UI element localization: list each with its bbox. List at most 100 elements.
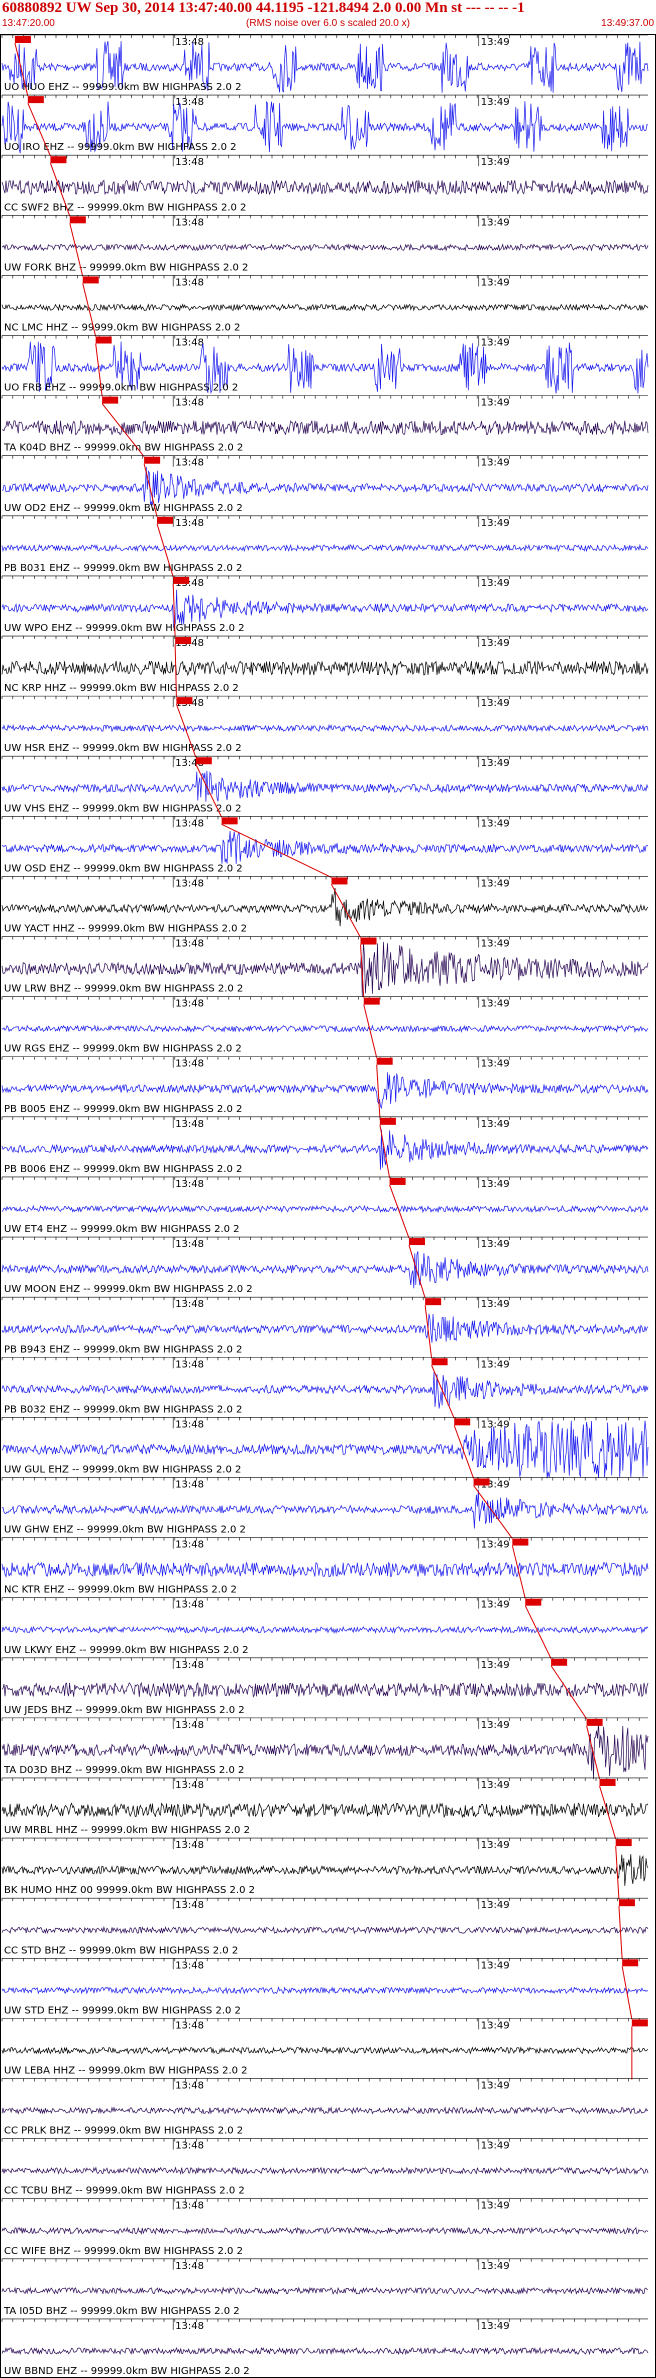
axis-ticks bbox=[1, 996, 640, 1000]
station-label: PB B943 EHZ -- 99999.0km BW HIGHPASS 2.0… bbox=[4, 1344, 242, 1355]
station-label: PB B031 EHZ -- 99999.0km BW HIGHPASS 2.0… bbox=[4, 563, 242, 574]
pick-marker bbox=[389, 1177, 406, 1185]
minute-label: 13:49 bbox=[481, 518, 510, 529]
waveform-trace bbox=[1, 1024, 649, 1033]
pick-marker bbox=[454, 1418, 471, 1426]
waveform-trace bbox=[1, 179, 649, 196]
minute-label: 13:48 bbox=[175, 1900, 204, 1911]
pick-marker bbox=[379, 1117, 396, 1125]
pick-marker bbox=[331, 877, 348, 885]
waveform-trace bbox=[1, 243, 649, 252]
station-label: PB B006 EHZ -- 99999.0km BW HIGHPASS 2.0… bbox=[4, 1164, 242, 1175]
pick-marker bbox=[360, 937, 377, 945]
waveform-trace bbox=[1, 466, 649, 506]
time-row: 13:47:20.00 (RMS noise over 6.0 s scaled… bbox=[0, 18, 656, 32]
minute-label: 13:49 bbox=[481, 578, 510, 589]
waveform-trace bbox=[1, 2226, 649, 2235]
minute-label: 13:48 bbox=[175, 1660, 204, 1671]
waveform-trace bbox=[1, 2106, 649, 2115]
pick-marker bbox=[525, 1598, 542, 1606]
moveout-line bbox=[431, 1365, 455, 1419]
axis-ticks bbox=[1, 1417, 640, 1421]
station-label: UW OSD EHZ -- 99999.0km BW HIGHPASS 2.0 … bbox=[4, 863, 243, 874]
station-label: PB B032 EHZ -- 99999.0km BW HIGHPASS 2.0… bbox=[4, 1404, 242, 1415]
minute-label: 13:49 bbox=[481, 458, 510, 469]
minute-label: 13:49 bbox=[481, 698, 510, 709]
waveform-trace bbox=[1, 2046, 649, 2055]
waveform-trace bbox=[1, 723, 649, 733]
waveform-trace bbox=[1, 1802, 649, 1819]
axis-ticks bbox=[1, 696, 640, 700]
minute-label: 13:48 bbox=[175, 2321, 204, 2332]
record-title: 60880892 UW Sep 30, 2014 13:47:40.00 44.… bbox=[2, 0, 525, 16]
waveform-trace bbox=[1, 419, 649, 436]
axis-ticks bbox=[1, 455, 640, 459]
pick-marker bbox=[82, 276, 99, 284]
waveform-trace bbox=[1, 1625, 649, 1635]
waveform-trace bbox=[1, 1489, 649, 1529]
minute-label: 13:49 bbox=[481, 2261, 510, 2272]
axis-ticks bbox=[1, 95, 640, 99]
pick-marker bbox=[14, 36, 31, 43]
minute-label: 13:48 bbox=[175, 1840, 204, 1851]
minute-label: 13:49 bbox=[481, 939, 510, 950]
axis-ticks bbox=[1, 876, 640, 880]
station-label: UW GUL EHZ -- 99999.0km BW HIGHPASS 2.0 … bbox=[4, 1464, 241, 1475]
minute-label: 13:48 bbox=[175, 2080, 204, 2091]
station-label: UW GHW EHZ -- 99999.0km BW HIGHPASS 2.0 … bbox=[4, 1525, 246, 1536]
minute-label: 13:49 bbox=[481, 1600, 510, 1611]
moveout-line bbox=[453, 1425, 475, 1479]
pick-marker bbox=[431, 1358, 448, 1366]
axis-ticks bbox=[1, 1477, 640, 1481]
pick-marker bbox=[618, 1899, 635, 1907]
station-label: UW ET4 EHZ -- 99999.0km BW HIGHPASS 2.0 … bbox=[4, 1224, 240, 1235]
station-label: NC LMC HHZ -- 99999.0km BW HIGHPASS 2.0 … bbox=[4, 323, 240, 334]
minute-label: 13:48 bbox=[175, 2261, 204, 2272]
axis-ticks bbox=[1, 936, 640, 940]
axis-ticks bbox=[1, 636, 640, 640]
minute-label: 13:48 bbox=[175, 1359, 204, 1370]
axis-ticks bbox=[1, 1297, 640, 1301]
axis-ticks bbox=[1, 1237, 640, 1241]
minute-label: 13:48 bbox=[175, 277, 204, 288]
minute-label: 13:48 bbox=[175, 1239, 204, 1250]
axis-ticks bbox=[1, 155, 640, 159]
minute-label: 13:49 bbox=[481, 1780, 510, 1791]
minute-label: 13:48 bbox=[175, 1059, 204, 1070]
station-label: UO IRO EHZ -- 99999.0km BW HIGHPASS 2.0 … bbox=[4, 142, 237, 153]
minute-label: 13:49 bbox=[481, 1660, 510, 1671]
pick-marker bbox=[376, 1057, 393, 1065]
minute-label: 13:49 bbox=[481, 338, 510, 349]
station-label: CC STD BHZ -- 99999.0km BW HIGHPASS 2.0 … bbox=[4, 1945, 238, 1956]
minute-label: 13:48 bbox=[175, 1960, 204, 1971]
minute-label: 13:49 bbox=[481, 1299, 510, 1310]
minute-label: 13:48 bbox=[175, 1600, 204, 1611]
station-label: TA D03D BHZ -- 99999.0km BW HIGHPASS 2.0… bbox=[3, 1765, 244, 1776]
station-label: UW RGS EHZ -- 99999.0km BW HIGHPASS 2.0 … bbox=[4, 1044, 242, 1055]
minute-label: 13:49 bbox=[481, 1960, 510, 1971]
station-label: UW MOON EHZ -- 99999.0km BW HIGHPASS 2.0… bbox=[4, 1284, 253, 1295]
minute-label: 13:49 bbox=[481, 2321, 510, 2332]
waveform-trace bbox=[1, 1251, 649, 1289]
minute-label: 13:49 bbox=[481, 1179, 510, 1190]
axis-ticks bbox=[1, 1116, 640, 1120]
pick-marker bbox=[144, 456, 161, 464]
minute-label: 13:48 bbox=[175, 1119, 204, 1130]
station-label: UW VHS EHZ -- 99999.0km BW HIGHPASS 2.0 … bbox=[4, 803, 241, 814]
pick-marker bbox=[157, 516, 174, 524]
pick-marker bbox=[551, 1658, 568, 1666]
waveform-trace bbox=[1, 2346, 649, 2356]
minute-label: 13:49 bbox=[481, 2020, 510, 2031]
minute-label: 13:48 bbox=[175, 398, 204, 409]
moveout-line bbox=[524, 1605, 552, 1659]
station-label: PB B005 EHZ -- 99999.0km BW HIGHPASS 2.0… bbox=[4, 1104, 242, 1115]
minute-label: 13:49 bbox=[481, 638, 510, 649]
minute-label: 13:49 bbox=[481, 999, 510, 1010]
minute-label: 13:48 bbox=[175, 518, 204, 529]
pick-marker bbox=[363, 997, 380, 1005]
waveform-trace bbox=[1, 1204, 649, 1214]
moveout-line bbox=[615, 1846, 620, 1900]
pick-marker bbox=[175, 637, 192, 645]
minute-label: 13:49 bbox=[481, 398, 510, 409]
pick-marker bbox=[69, 216, 86, 224]
